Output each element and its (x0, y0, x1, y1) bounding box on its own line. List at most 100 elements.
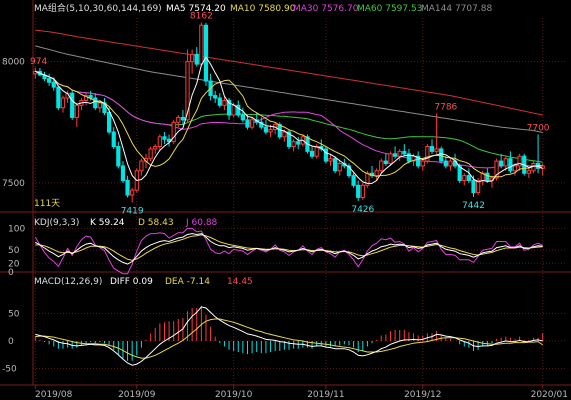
candle[interactable] (351, 175, 356, 186)
candle[interactable] (157, 136, 162, 148)
price-extreme-label: 7426 (351, 205, 374, 215)
x-axis-tick-label: 2019/09 (118, 390, 156, 400)
candle[interactable] (47, 78, 52, 83)
candle[interactable] (93, 97, 98, 109)
chart-canvas[interactable]: 8000750097481627419 7426778674427700MA组合(… (0, 0, 571, 400)
candle[interactable] (309, 150, 315, 157)
candle[interactable] (296, 141, 301, 145)
candle[interactable] (268, 129, 273, 133)
candle[interactable] (434, 148, 439, 152)
ma5-line (35, 56, 543, 184)
candle[interactable] (337, 163, 342, 172)
candle[interactable] (199, 24, 204, 65)
main-legend-item: MA60 7597.53 (357, 4, 422, 14)
main-y-tick-label: 8000 (2, 58, 25, 68)
macd-y-tick-label: 50 (8, 310, 20, 320)
candle[interactable] (162, 136, 167, 140)
ma10-line (35, 70, 543, 178)
x-axis-tick-label: 2019/11 (307, 390, 344, 400)
candle[interactable] (282, 131, 287, 138)
candle[interactable] (139, 160, 144, 172)
price-extreme-label: 7700 (527, 123, 550, 133)
candle[interactable] (462, 175, 467, 181)
candle[interactable] (231, 104, 236, 116)
candle[interactable] (388, 153, 393, 165)
candle[interactable] (466, 175, 472, 181)
candle[interactable] (263, 126, 269, 133)
candle[interactable] (74, 104, 79, 118)
candle[interactable] (471, 179, 476, 194)
macd-legend-item: DIFF 0.09 (110, 277, 153, 287)
main-legend-item: MA组合(5,10,30,60,144,169) (34, 2, 162, 14)
candle[interactable] (503, 158, 508, 167)
candle[interactable] (130, 189, 135, 196)
candle[interactable] (429, 146, 435, 152)
kdj-legend-item: K 59.24 (90, 218, 125, 228)
x-axis-tick-label: 2019/08 (35, 390, 73, 400)
candle[interactable] (116, 146, 121, 167)
candle[interactable] (356, 184, 361, 198)
candle[interactable] (392, 153, 398, 157)
candle[interactable] (485, 172, 490, 181)
candle[interactable] (439, 148, 444, 162)
candle[interactable] (443, 160, 448, 167)
candle[interactable] (70, 92, 75, 118)
candle[interactable] (190, 53, 195, 63)
candle[interactable] (328, 158, 333, 162)
candle[interactable] (314, 146, 319, 157)
candle[interactable] (420, 160, 425, 167)
macd-legend-item: MACD(12,26,9) (34, 277, 102, 287)
candle[interactable] (217, 97, 222, 106)
macd-diff-line (35, 306, 543, 366)
candle[interactable] (111, 131, 116, 148)
candle[interactable] (240, 114, 245, 121)
candle[interactable] (222, 99, 227, 106)
candle[interactable] (448, 160, 453, 167)
candle[interactable] (106, 112, 112, 133)
candle[interactable] (402, 150, 407, 155)
candle[interactable] (51, 81, 56, 88)
macd-y-tick-label: 0 (8, 337, 14, 347)
kdj-y-tick-label: 50 (8, 246, 20, 256)
candle[interactable] (512, 165, 518, 172)
candle[interactable] (374, 170, 379, 177)
candle[interactable] (194, 53, 199, 65)
candle[interactable] (125, 179, 130, 196)
candle[interactable] (120, 165, 126, 181)
candle[interactable] (249, 119, 255, 128)
candle[interactable] (383, 160, 388, 164)
candle[interactable] (148, 148, 153, 160)
candle[interactable] (60, 97, 66, 109)
candle[interactable] (499, 160, 504, 167)
candle[interactable] (56, 86, 61, 109)
price-extreme-label: 7419 (121, 207, 144, 217)
price-extreme-label: 7442 (462, 201, 485, 211)
candle[interactable] (291, 141, 296, 148)
candle[interactable] (277, 124, 282, 138)
candle[interactable] (176, 116, 181, 123)
kdj-j-line (34, 227, 543, 275)
candle[interactable] (323, 148, 329, 162)
candle[interactable] (379, 160, 384, 172)
main-legend-item: MA10 7580.90 (230, 4, 296, 14)
ma169-line (35, 29, 543, 116)
candle[interactable] (97, 102, 102, 109)
candle[interactable] (360, 184, 365, 198)
candle[interactable] (397, 150, 402, 157)
candle[interactable] (508, 158, 513, 172)
candle[interactable] (517, 155, 522, 167)
candle[interactable] (333, 158, 338, 172)
x-axis-tick-label: 2019/12 (404, 390, 441, 400)
candle[interactable] (153, 146, 158, 150)
main-legend-item: MA144 7707.88 (421, 4, 492, 14)
candle[interactable] (180, 116, 186, 121)
price-extreme-label: 7786 (434, 103, 457, 113)
candle[interactable] (245, 119, 250, 128)
candle[interactable] (526, 170, 531, 174)
candle[interactable] (203, 24, 209, 82)
candle[interactable] (213, 95, 218, 99)
kdj-legend-item: KDJ(9,3,3) (34, 218, 79, 228)
stock-chart[interactable]: 8000 7500 974 8162 7419 7426 7786 7442 7700 MA组合(… (0, 0, 571, 400)
main-legend-item: MA5 7574.20 (166, 4, 226, 14)
kdj-d-line (35, 234, 543, 261)
